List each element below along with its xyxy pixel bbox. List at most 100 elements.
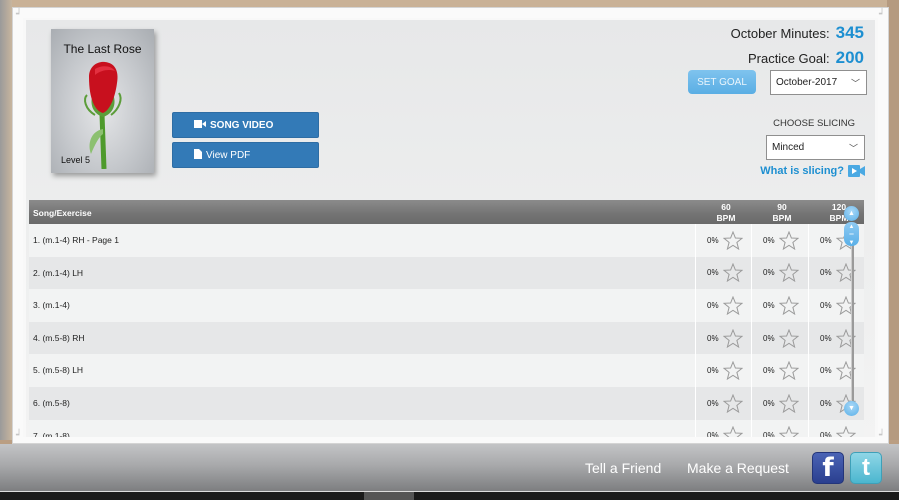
tell-a-friend-link[interactable]: Tell a Friend xyxy=(585,460,661,476)
score-cell: 0% xyxy=(695,224,750,257)
song-cover: The Last Rose Level 5 xyxy=(51,29,154,173)
star-icon[interactable] xyxy=(778,263,799,283)
star-icon[interactable] xyxy=(778,295,799,315)
song-video-label: SONG VIDEO xyxy=(210,119,274,131)
header-bpm-60: 60 BPM xyxy=(698,202,754,224)
panel-content: The Last Rose Level 5 SONG VIDEO View PD… xyxy=(23,18,878,437)
scroll-down-button[interactable]: ▼ xyxy=(844,401,859,416)
view-pdf-label: View PDF xyxy=(206,149,251,161)
star-icon[interactable] xyxy=(778,393,799,413)
table-header: Song/Exercise 60 BPM 90 BPM 120 BPM xyxy=(29,200,864,224)
table-scrollbar[interactable]: ▲ ▲ ═ ▼ ▼ xyxy=(843,206,861,416)
month-selected: October-2017 xyxy=(776,77,838,88)
bottom-tab xyxy=(364,492,414,500)
twitter-icon[interactable]: t xyxy=(850,452,882,484)
score-cell: 0% xyxy=(751,224,806,257)
scroll-track[interactable] xyxy=(851,236,854,406)
exercise-name: 7. (m.1-8) xyxy=(33,430,70,437)
star-icon[interactable] xyxy=(778,426,799,437)
score-percent: 0% xyxy=(763,333,775,343)
video-camera-icon xyxy=(194,119,206,131)
what-is-slicing-link[interactable]: What is slicing? xyxy=(760,165,865,177)
score-cell: 0% xyxy=(695,419,750,437)
score-percent: 0% xyxy=(820,333,832,343)
score-percent: 0% xyxy=(707,366,719,376)
star-icon[interactable] xyxy=(722,263,743,283)
star-icon[interactable] xyxy=(722,230,743,250)
facebook-icon[interactable]: f xyxy=(812,452,844,484)
table-row: 1. (m.1-4) RH - Page 1 0% 0% 0% xyxy=(29,224,864,257)
resize-grip-icon: ┙ xyxy=(878,430,886,441)
video-play-icon xyxy=(848,165,865,177)
resize-grip-icon: ┙ xyxy=(878,9,886,20)
slicing-select[interactable]: Minced ﹀ xyxy=(766,135,865,160)
chevron-down-icon: ﹀ xyxy=(850,78,860,88)
cover-title: The Last Rose xyxy=(63,42,142,56)
score-percent: 0% xyxy=(820,366,832,376)
score-cell: 0% xyxy=(695,256,750,290)
song-panel: ┙ ┙ ┙ ┙ The Last Rose Level 5 SONG VIDEO xyxy=(12,7,889,444)
minutes-value: 345 xyxy=(835,23,864,42)
score-percent: 0% xyxy=(707,300,719,310)
score-cell: 0% xyxy=(695,321,750,355)
star-icon[interactable] xyxy=(722,295,743,315)
october-minutes: October Minutes: 345 xyxy=(731,23,864,43)
document-icon xyxy=(194,148,202,162)
table-row: 5. (m.5-8) LH 0% 0% 0% xyxy=(29,354,864,387)
month-select[interactable]: October-2017 ﹀ xyxy=(770,70,867,95)
score-cell: 0% xyxy=(808,419,863,437)
background-left xyxy=(0,0,12,440)
score-cell: 0% xyxy=(751,256,806,290)
score-percent: 0% xyxy=(820,268,832,278)
goal-value: 200 xyxy=(835,48,864,67)
make-a-request-link[interactable]: Make a Request xyxy=(687,460,789,476)
score-percent: 0% xyxy=(707,333,719,343)
star-icon[interactable] xyxy=(778,361,799,381)
score-cell: 0% xyxy=(695,386,750,420)
exercise-name: 5. (m.5-8) LH xyxy=(33,365,84,376)
star-icon[interactable] xyxy=(835,426,856,437)
score-percent: 0% xyxy=(763,398,775,408)
chevron-down-icon: ﹀ xyxy=(848,143,858,153)
song-video-button[interactable]: SONG VIDEO xyxy=(172,112,319,138)
star-icon[interactable] xyxy=(722,328,743,348)
table-row: 4. (m.5-8) RH 0% 0% 0% xyxy=(29,321,864,355)
slicing-selected: Minced xyxy=(772,142,805,153)
slicing-label: CHOOSE SLICING xyxy=(773,118,855,129)
table-body: 1. (m.1-4) RH - Page 1 0% 0% 0% 2. (m.1-4) L… xyxy=(29,224,864,437)
score-percent: 0% xyxy=(763,268,775,278)
score-cell: 0% xyxy=(695,289,750,322)
practice-goal: Practice Goal: 200 xyxy=(748,48,864,68)
star-icon[interactable] xyxy=(722,361,743,381)
exercise-name: 6. (m.5-8) xyxy=(33,397,70,408)
exercise-name: 1. (m.1-4) RH - Page 1 xyxy=(33,235,119,245)
scroll-up-button[interactable]: ▲ xyxy=(844,206,859,221)
score-cell: 0% xyxy=(751,321,806,355)
score-percent: 0% xyxy=(707,268,719,278)
bpm-value: 60 xyxy=(721,202,731,212)
star-icon[interactable] xyxy=(722,393,743,413)
bpm-unit: BPM xyxy=(772,213,792,223)
score-percent: 0% xyxy=(763,300,775,310)
header-song-exercise: Song/Exercise xyxy=(33,208,92,218)
score-percent: 0% xyxy=(707,235,719,245)
table-row: 2. (m.1-4) LH 0% 0% 0% xyxy=(29,256,864,290)
goal-label: Practice Goal: xyxy=(747,51,830,66)
exercise-name: 3. (m.1-4) xyxy=(33,300,70,311)
minutes-label: October Minutes: xyxy=(730,26,830,41)
set-goal-button[interactable]: SET GOAL xyxy=(688,70,756,94)
score-percent: 0% xyxy=(820,300,832,310)
score-cell: 0% xyxy=(751,289,806,322)
star-icon[interactable] xyxy=(778,328,799,348)
star-icon[interactable] xyxy=(722,426,743,437)
score-cell: 0% xyxy=(751,354,806,387)
exercise-name: 2. (m.1-4) LH xyxy=(33,267,84,278)
table-row: 3. (m.1-4) 0% 0% 0% xyxy=(29,289,864,322)
score-percent: 0% xyxy=(820,398,832,408)
star-icon[interactable] xyxy=(778,230,799,250)
scroll-thumb[interactable]: ▲ ═ ▼ xyxy=(844,222,859,246)
header-bpm-90: 90 BPM xyxy=(754,202,810,224)
view-pdf-button[interactable]: View PDF xyxy=(172,142,319,168)
exercise-table: Song/Exercise 60 BPM 90 BPM 120 BPM 1. (… xyxy=(29,200,871,437)
bpm-unit: BPM xyxy=(716,213,736,223)
